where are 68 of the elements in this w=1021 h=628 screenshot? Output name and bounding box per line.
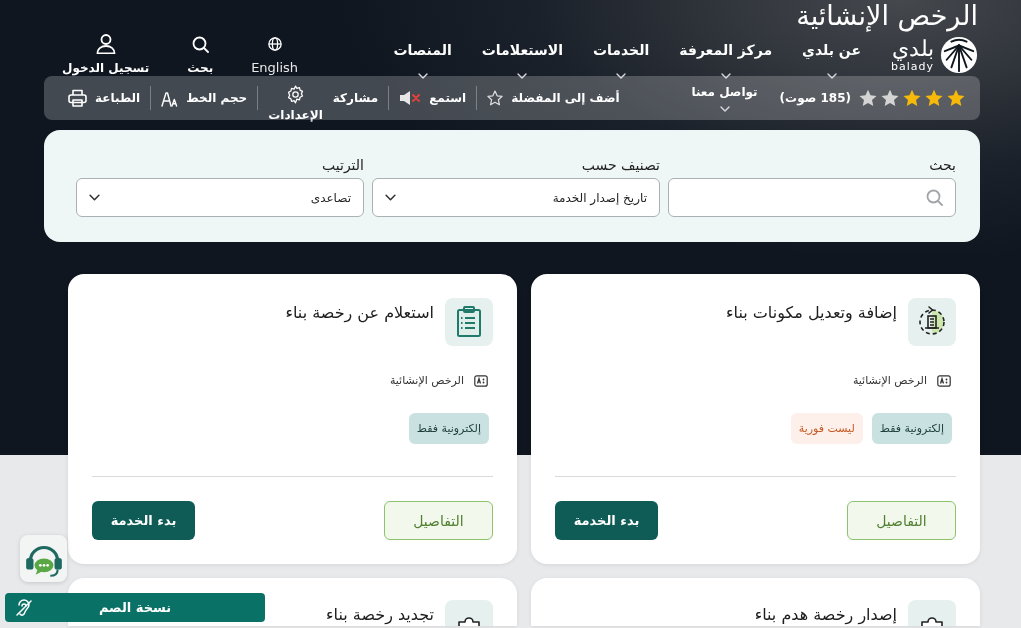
favorite-button[interactable]: أضف إلى المفضلة <box>487 90 620 106</box>
caret-icon <box>417 73 428 79</box>
caret-icon <box>719 106 730 112</box>
deaf-version-button[interactable]: نسخة الصم <box>5 593 265 622</box>
id-card-icon <box>474 374 488 387</box>
support-button[interactable] <box>20 535 67 582</box>
search-icon <box>191 35 209 53</box>
star-icon <box>947 89 965 107</box>
nav-link[interactable]: عن بلدي <box>802 40 861 79</box>
caret-icon <box>517 73 528 79</box>
language-button[interactable]: English <box>251 34 299 76</box>
palm-logo-icon <box>940 36 978 74</box>
user-icon <box>95 34 116 54</box>
listen-button[interactable]: استمع <box>399 90 467 106</box>
ear-icon <box>15 598 33 617</box>
details-button[interactable]: التفاصيل <box>384 501 493 540</box>
star-icon <box>925 89 943 107</box>
settings-button[interactable]: الإعدادات <box>268 85 323 123</box>
start-service-button[interactable]: بدء الخدمة <box>555 501 658 540</box>
service-tag: إلكترونية فقط <box>871 413 952 444</box>
gear-icon <box>286 85 305 104</box>
login-button[interactable]: تسجيل الدخول <box>62 34 150 76</box>
dropdown-field[interactable]: تاريخ إصدار الخدمة <box>372 178 660 217</box>
star-outline-icon <box>487 90 504 106</box>
star-icon <box>881 89 899 107</box>
nav-link[interactable]: المنصات <box>393 40 452 79</box>
search-icon <box>926 189 943 206</box>
dropdown-field[interactable]: تصاعدى <box>76 178 364 217</box>
nav-link[interactable]: مركز المعرفة <box>679 40 773 79</box>
service-title: تجديد رخصة بناء <box>326 605 434 625</box>
nav-link[interactable]: الاستعلامات <box>481 40 563 79</box>
caret-icon <box>89 194 100 201</box>
contact-link[interactable]: تواصل معنا <box>691 84 758 112</box>
caret-icon <box>385 194 396 201</box>
logo-wordmark: بلدي <box>891 37 934 61</box>
service-title: استعلام عن رخصة بناء <box>285 303 434 323</box>
globe-icon <box>267 37 282 51</box>
caret-icon <box>826 73 837 79</box>
building-cycle-icon <box>908 298 956 346</box>
service-tag: ليست فورية <box>790 413 863 444</box>
print-button[interactable]: الطباعة <box>68 89 141 107</box>
start-service-button[interactable]: بدء الخدمة <box>92 501 195 540</box>
service-tag: إلكترونية فقط <box>408 413 489 444</box>
font-size-icon <box>161 89 179 107</box>
filter-label: تصنيف حسب <box>581 156 660 174</box>
service-title: إضافة وتعديل مكونات بناء <box>726 303 897 323</box>
caret-icon <box>616 73 627 79</box>
details-button[interactable]: التفاصيل <box>847 501 956 540</box>
speaker-muted-icon <box>399 90 422 106</box>
caret-icon <box>720 73 731 79</box>
search-field[interactable] <box>668 178 956 217</box>
share-button[interactable]: مشاركة <box>332 90 379 106</box>
clipboard-list-icon <box>445 298 493 346</box>
filter-label: بحث <box>929 156 956 174</box>
printer-icon <box>68 89 87 107</box>
logo-subtitle: balady <box>891 61 934 73</box>
filter-label: الترتيب <box>322 156 364 174</box>
search-button[interactable]: بحث <box>187 34 214 76</box>
star-icon <box>859 89 877 107</box>
nav-link[interactable]: الخدمات <box>593 40 650 79</box>
id-card-icon <box>937 374 951 387</box>
service-title: إصدار رخصة هدم بناء <box>754 605 897 625</box>
category-label: الرخص الإنشائية <box>389 373 464 388</box>
category-label: الرخص الإنشائية <box>852 373 927 388</box>
star-icon <box>903 89 921 107</box>
page-title: الرخص الإنشائية <box>795 0 979 31</box>
font-size-button[interactable]: حجم الخط <box>161 89 248 107</box>
vote-count: (185 صوت) <box>779 91 851 105</box>
